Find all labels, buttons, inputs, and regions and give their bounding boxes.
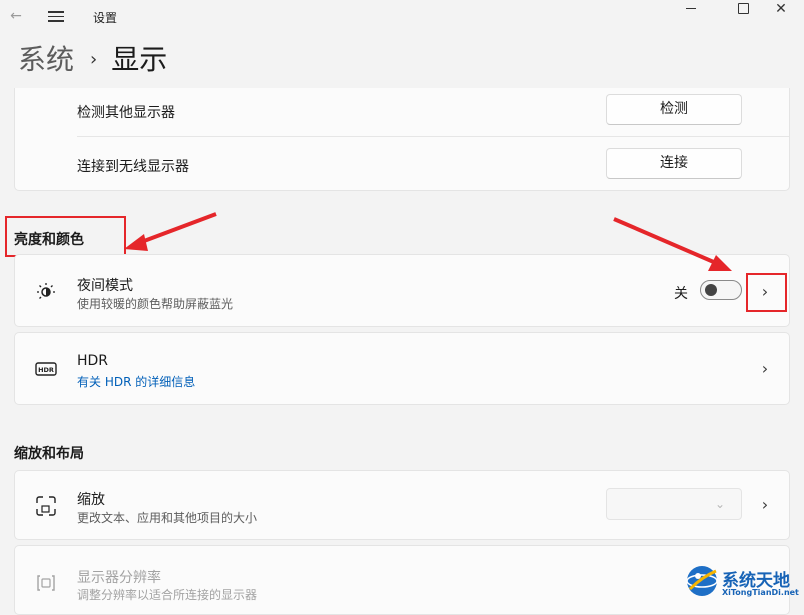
breadcrumb-parent[interactable]: 系统: [18, 43, 74, 76]
scale-description: 更改文本、应用和其他项目的大小: [77, 511, 258, 525]
night-mode-state: 关: [674, 286, 688, 302]
resolution-card: 显示器分辨率 调整分辨率以适合所连接的显示器: [14, 545, 790, 615]
breadcrumb: 系统 › 显示: [18, 40, 167, 80]
annotation-arrow-left: [124, 212, 217, 251]
row-divider: [77, 136, 789, 137]
back-arrow-icon[interactable]: ←: [8, 8, 24, 24]
hdr-card[interactable]: HDR HDR 有关 HDR 的详细信息 ›: [14, 332, 790, 405]
minimize-button[interactable]: [668, 0, 714, 22]
window-title: 设置: [93, 11, 118, 25]
close-button[interactable]: ✕: [758, 0, 804, 22]
scale-dropdown[interactable]: ⌄: [606, 488, 742, 520]
hdr-label: HDR: [77, 353, 109, 369]
svg-text:HDR: HDR: [38, 366, 54, 374]
globe-logo-icon: [686, 566, 718, 596]
detect-button[interactable]: 检测: [606, 94, 742, 125]
wireless-display-label: 连接到无线显示器: [77, 159, 189, 175]
annotation-arrow-right: [613, 217, 732, 271]
scale-icon: [36, 496, 56, 516]
scale-layout-heading: 缩放和布局: [14, 446, 84, 462]
night-mode-label: 夜间模式: [77, 278, 133, 294]
chevron-right-icon[interactable]: ›: [758, 497, 772, 513]
title-bar: ← 设置 ✕: [0, 0, 804, 34]
night-mode-toggle[interactable]: [700, 280, 742, 300]
chevron-down-icon: ⌄: [714, 497, 725, 511]
detect-displays-label: 检测其他显示器: [77, 105, 175, 121]
hdr-details-link[interactable]: 有关 HDR 的详细信息: [77, 373, 195, 390]
resolution-label: 显示器分辨率: [77, 570, 161, 586]
connect-button[interactable]: 连接: [606, 148, 742, 179]
chevron-right-icon[interactable]: ›: [758, 361, 772, 377]
breadcrumb-separator: ›: [90, 49, 98, 70]
hamburger-menu-icon[interactable]: [48, 9, 64, 23]
hdr-icon: HDR: [35, 362, 57, 376]
night-light-icon: [37, 283, 55, 299]
resolution-icon: [37, 575, 55, 591]
scale-label: 缩放: [77, 492, 105, 508]
page-title: 显示: [111, 43, 168, 76]
watermark-url: XiTongTianDi.net: [722, 588, 799, 597]
night-mode-description: 使用较暖的颜色帮助屏蔽蓝光: [77, 297, 234, 311]
site-watermark: 系统天地 XiTongTianDi.net: [684, 560, 802, 602]
resolution-description: 调整分辨率以适合所连接的显示器: [77, 588, 258, 602]
multi-display-card: 检测其他显示器 检测 连接到无线显示器 连接: [14, 88, 790, 191]
annotation-box-heading: [5, 216, 126, 257]
annotation-box-chevron: [746, 273, 787, 312]
